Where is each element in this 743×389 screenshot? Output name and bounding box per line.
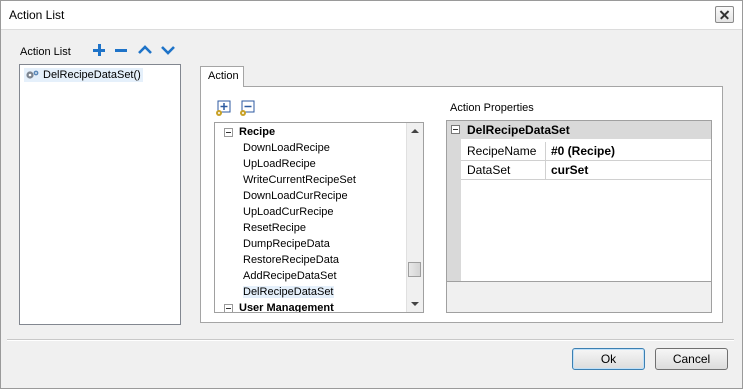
action-properties-label: Action Properties [450,102,534,114]
window-title: Action List [9,8,65,22]
tab-label: Action [208,70,239,82]
tree-item[interactable]: WriteCurrentRecipeSet [243,172,356,188]
ok-button[interactable]: Ok [572,348,645,370]
tree-scrollbar[interactable] [406,123,423,312]
close-icon[interactable] [715,6,734,23]
list-item[interactable]: DelRecipeDataSet() [24,68,143,82]
tree-item[interactable]: AddRecipeDataSet [243,268,337,284]
property-name: RecipeName [467,144,537,158]
action-tree[interactable]: Recipe DownLoadRecipe UpLoadRecipe Write… [214,122,424,313]
tab-action[interactable]: Action [200,66,244,87]
add-icon[interactable] [91,42,107,58]
collapse-icon[interactable] [224,304,233,312]
property-group-title: DelRecipeDataSet [467,123,570,137]
property-value[interactable]: #0 (Recipe) [551,144,615,158]
tree-group-label: User Management [239,302,334,313]
list-item-label: DelRecipeDataSet() [43,69,141,81]
scroll-up-icon[interactable] [411,129,419,133]
property-name: DataSet [467,163,511,177]
tree-item[interactable]: UpLoadCurRecipe [243,204,334,220]
gear-icon [26,70,39,79]
remove-icon[interactable] [113,42,129,58]
property-gutter [447,139,461,281]
property-row[interactable]: RecipeName #0 (Recipe) [461,142,711,161]
tree-item[interactable]: RestoreRecipeData [243,252,339,268]
move-down-icon[interactable] [160,42,176,58]
tree-item[interactable]: UpLoadRecipe [243,156,316,172]
collapse-all-icon[interactable] [239,100,256,117]
move-up-icon[interactable] [137,42,153,58]
property-grid-body: DelRecipeDataSet RecipeName #0 (Recipe) … [447,121,711,282]
tree-item[interactable]: DumpRecipeData [243,236,330,252]
tree-item-selected[interactable]: DelRecipeDataSet [243,284,334,300]
property-row[interactable]: DataSet curSet [461,161,711,180]
collapse-icon[interactable] [224,128,233,137]
divider [7,339,734,341]
expand-all-icon[interactable] [215,100,232,117]
property-value[interactable]: curSet [551,163,588,177]
cancel-button[interactable]: Cancel [655,348,728,370]
property-group-header[interactable]: DelRecipeDataSet [447,121,711,139]
scroll-down-icon[interactable] [411,302,419,306]
collapse-icon[interactable] [451,125,460,134]
tree-item[interactable]: DownLoadCurRecipe [243,188,348,204]
title-bar: Action List [1,1,742,30]
scroll-thumb[interactable] [408,262,421,277]
tree-group-label: Recipe [239,126,276,138]
action-list-box[interactable]: DelRecipeDataSet() [19,64,181,325]
action-list-label: Action List [20,46,71,58]
property-grid: DelRecipeDataSet RecipeName #0 (Recipe) … [446,120,712,313]
tree-item[interactable]: ResetRecipe [243,220,306,236]
tree-item[interactable]: DownLoadRecipe [243,140,330,156]
